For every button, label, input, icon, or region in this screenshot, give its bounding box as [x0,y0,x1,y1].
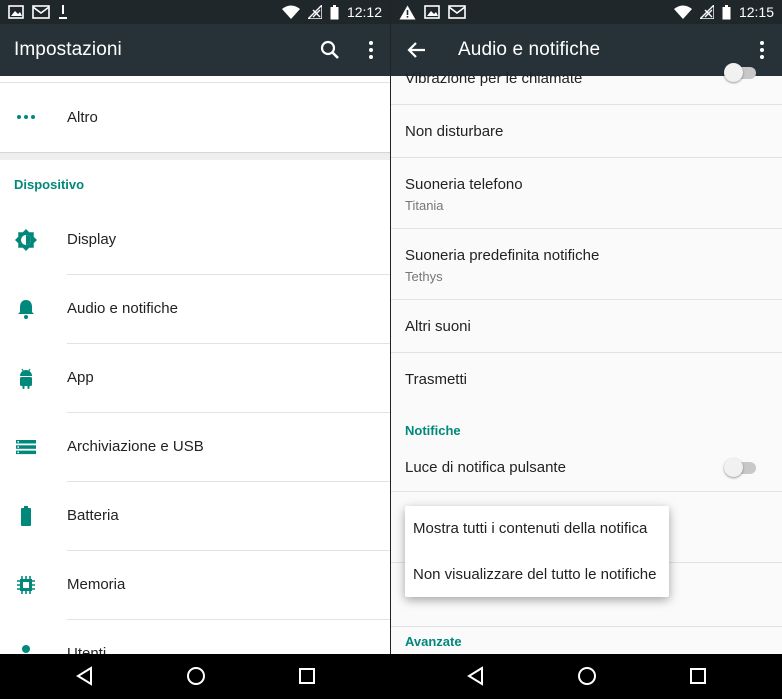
list-item-memory[interactable]: Memoria [0,551,390,620]
status-bar: 12:15 [391,0,782,24]
list-item-value: Tethys [405,269,443,284]
list-item-ringtone[interactable]: Suoneria telefono Titania [391,158,782,229]
list-item-app[interactable]: App [0,344,390,413]
bell-icon [18,300,34,319]
list-item-label: Suoneria telefono [405,176,523,193]
notification-content-popup: Mostra tutti i contenuti della notifica … [405,506,669,597]
back-nav-icon[interactable] [73,664,97,688]
list-item-other-sounds[interactable]: Altri suoni [391,300,782,353]
battery-icon [330,4,339,19]
list-item-label: Altro [67,109,98,126]
settings-list: Altro Dispositivo Display Audio e notifi… [0,76,390,654]
list-item-label: Batteria [67,507,119,524]
recents-nav-icon[interactable] [295,664,319,688]
android-icon [20,368,32,389]
list-item-label: Display [67,231,117,248]
list-item-storage[interactable]: Archiviazione e USB [0,413,390,482]
download-icon [59,5,67,19]
list-item-cast[interactable]: Trasmetti [391,353,782,405]
list-item-label: Archiviazione e USB [67,438,204,455]
storage-icon [16,440,36,455]
list-item-label: Non disturbare [405,123,504,140]
list-item-vibration[interactable]: Vibrazione per le chiamate [391,63,782,105]
warning-icon [399,5,416,19]
settings-list: Vibrazione per le chiamate Non disturbar… [391,63,782,654]
more-horiz-icon [17,115,35,119]
list-item-label: Trasmetti [405,371,467,388]
person-icon [22,645,30,653]
device-section: Dispositivo Display Audio e notifiche Ap… [0,160,390,654]
popup-option-hide-all[interactable]: Non visualizzare del tutto le notifiche [413,566,656,583]
no-signal-icon [307,5,322,19]
list-item-altro[interactable]: Altro [0,83,390,151]
wifi-icon [281,5,300,19]
battery-icon [21,506,31,526]
list-item-users[interactable]: Utenti [0,620,390,654]
battery-icon [722,4,731,19]
vibration-toggle[interactable] [724,62,758,82]
image-icon [8,5,24,19]
list-item-label: Utenti [67,645,107,654]
brightness-icon [15,229,37,251]
wifi-icon [673,5,692,19]
list-item-display[interactable]: Display [0,206,390,275]
list-item-label: App [67,369,94,386]
list-item-label: Luce di notifica pulsante [405,459,566,476]
list-item-label: Memoria [67,576,126,593]
home-nav-icon[interactable] [184,664,208,688]
no-signal-icon [699,5,714,19]
list-item-battery[interactable]: Batteria [0,482,390,551]
mail-icon [448,5,466,19]
section-title-avanzate: Avanzate [405,634,462,649]
memory-icon [17,576,35,594]
mail-icon [32,5,50,19]
section-title-dispositivo: Dispositivo [14,177,85,192]
page-title: Audio e notifiche [458,39,601,60]
list-item-label: Vibrazione per le chiamate [405,70,583,87]
popup-option-show-all[interactable]: Mostra tutti i contenuti della notifica [413,520,647,537]
back-arrow-icon[interactable] [405,38,429,62]
pulse-light-toggle[interactable] [724,457,758,477]
list-item-label: Altri suoni [405,318,471,335]
navigation-bar [0,654,782,699]
back-nav-icon[interactable] [464,664,488,688]
list-item-notification-sound[interactable]: Suoneria predefinita notifiche Tethys [391,229,782,300]
list-item-label: Suoneria predefinita notifiche [405,247,600,264]
list-item-pulse-light[interactable]: Luce di notifica pulsante [391,442,782,492]
settings-screen: 12:12 Impostazioni Altro Dispositivo Dis… [0,0,390,654]
overflow-icon[interactable] [750,38,774,62]
list-item-label: Audio e notifiche [67,300,178,317]
page-title: Impostazioni [14,39,122,60]
section-title-notifiche: Notifiche [405,423,461,438]
recents-nav-icon[interactable] [686,664,710,688]
status-bar: 12:12 [0,0,390,24]
list-item-audio[interactable]: Audio e notifiche [0,275,390,344]
overflow-icon[interactable] [359,38,383,62]
home-nav-icon[interactable] [575,664,599,688]
image-icon [424,5,440,19]
list-item-do-not-disturb[interactable]: Non disturbare [391,105,782,158]
clock: 12:12 [346,4,382,20]
search-icon[interactable] [318,38,342,62]
section-card-top: Altro [0,76,390,152]
audio-notifications-screen: 12:15 Audio e notifiche Vibrazione per l… [391,0,782,654]
clock: 12:15 [738,4,774,20]
list-item-value: Titania [405,198,444,213]
app-toolbar: Impostazioni [0,24,390,76]
